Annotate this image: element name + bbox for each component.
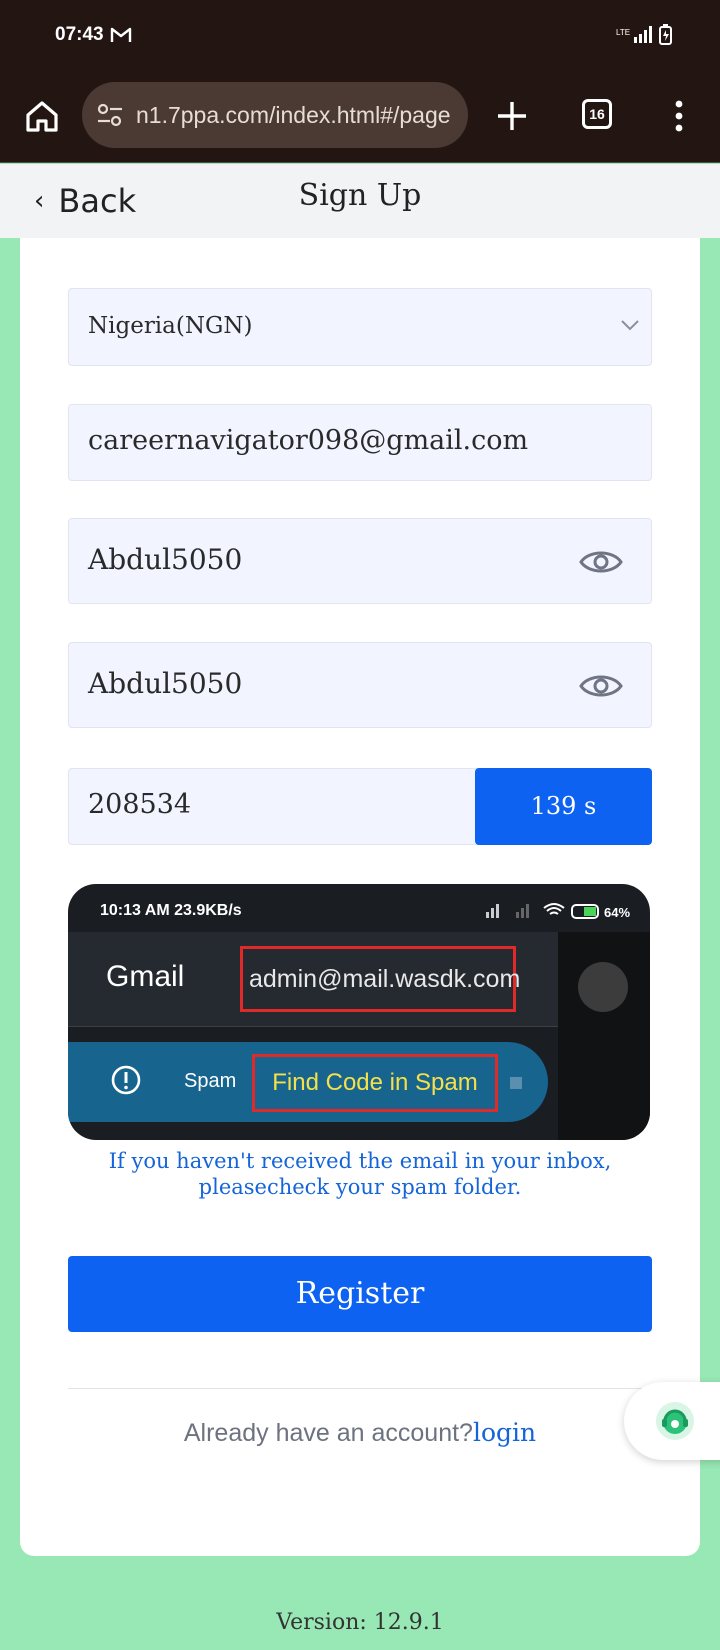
- spam-hint-text: If you haven't received the email in you…: [108, 1149, 612, 1199]
- email-value: careernavigator098@gmail.com: [88, 425, 529, 456]
- address-bar[interactable]: n1.7ppa.com/index.html#/page: [82, 82, 468, 148]
- password-field[interactable]: Abdul5050: [68, 518, 652, 604]
- eye-icon[interactable]: [579, 671, 623, 701]
- home-icon[interactable]: [22, 96, 62, 136]
- code-value: 208534: [88, 789, 192, 820]
- svg-text:LTE: LTE: [616, 28, 630, 37]
- customer-support-button[interactable]: [624, 1382, 720, 1460]
- url-text: n1.7ppa.com/index.html#/page: [136, 102, 451, 128]
- tab-switcher-button[interactable]: 16: [582, 99, 612, 129]
- hint-time: 10:13 AM 23.9KB/s: [100, 902, 242, 919]
- email-field[interactable]: careernavigator098@gmail.com: [68, 404, 652, 481]
- svg-text:64%: 64%: [604, 905, 630, 920]
- hint-find-code-box: Find Code in Spam: [252, 1054, 498, 1112]
- send-code-timer-button[interactable]: 139 s: [475, 768, 652, 845]
- divider: [68, 1388, 652, 1389]
- verification-code-field[interactable]: 208534 139 s: [68, 768, 652, 845]
- more-menu-icon[interactable]: [664, 98, 694, 134]
- chevron-down-icon: [621, 320, 639, 331]
- signup-card: Nigeria(NGN) careernavigator098@gmail.co…: [20, 238, 700, 1556]
- confirm-password-field[interactable]: Abdul5050: [68, 642, 652, 728]
- status-time: 07:43: [55, 24, 104, 45]
- signal-battery-icon: LTE: [616, 24, 672, 45]
- login-link[interactable]: login: [473, 1418, 536, 1447]
- confirm-password-value: Abdul5050: [88, 667, 243, 700]
- eye-icon[interactable]: [579, 547, 623, 577]
- headset-icon: [656, 1402, 694, 1440]
- login-question: Already have an account?: [183, 1419, 473, 1447]
- version-label: Version: 12.9.1: [276, 1610, 444, 1635]
- browser-toolbar: n1.7ppa.com/index.html#/page 16: [0, 72, 720, 163]
- currency-value: Nigeria(NGN): [88, 313, 253, 339]
- page-title: Sign Up: [298, 178, 422, 213]
- new-tab-icon[interactable]: [494, 96, 530, 136]
- avatar: [578, 962, 628, 1012]
- currency-select[interactable]: Nigeria(NGN): [68, 288, 652, 366]
- site-settings-icon[interactable]: [96, 102, 124, 128]
- login-prompt: Already have an account?login: [20, 1418, 700, 1448]
- hint-spam-label: Spam: [184, 1070, 237, 1092]
- hint-status-icons: 64%: [486, 903, 630, 920]
- password-value: Abdul5050: [88, 543, 243, 576]
- register-button[interactable]: Register: [68, 1256, 652, 1332]
- spam-hint-image: 10:13 AM 23.9KB/s 64% Gmail admin@mail.w…: [68, 884, 650, 1140]
- warning-icon: [111, 1065, 141, 1095]
- hint-square: [510, 1077, 522, 1089]
- gmail-icon: [110, 27, 132, 42]
- status-bar: 07:43 LTE: [0, 0, 720, 72]
- hint-status-bar: 10:13 AM 23.9KB/s 64%: [68, 884, 650, 932]
- hint-gmail-label: Gmail: [106, 960, 185, 993]
- hint-sender-box: admin@mail.wasdk.com: [240, 946, 520, 1012]
